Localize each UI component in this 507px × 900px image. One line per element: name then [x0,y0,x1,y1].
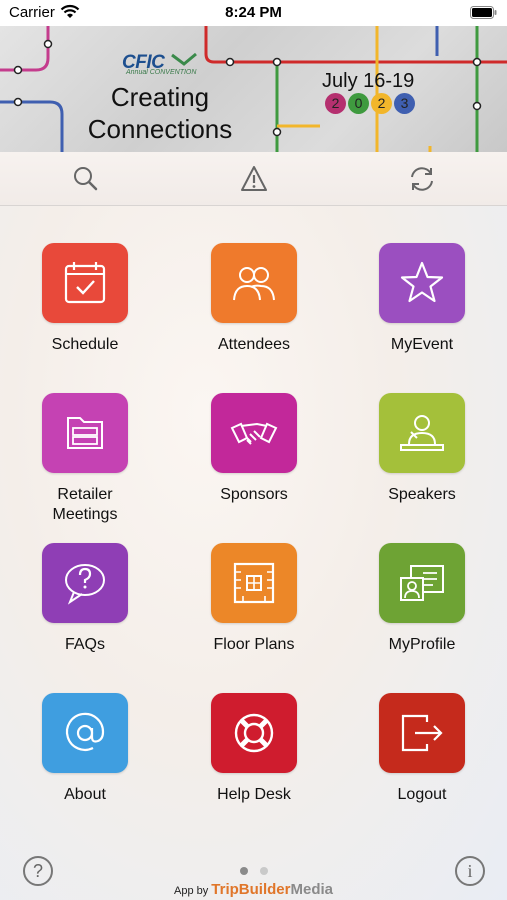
about-label: About [64,786,106,803]
year-digit: 0 [348,93,369,114]
tile-myevent[interactable]: MyEvent [342,243,502,355]
tile-myprofile[interactable]: MyProfile [342,543,502,655]
handshake-icon [230,422,278,445]
logout-tile-icon-box[interactable] [379,693,465,773]
profile-card-icon [400,565,444,601]
help-desk-tile-icon-box[interactable] [211,693,297,773]
floor-plan-icon [233,562,275,604]
star-icon [400,261,444,303]
banner-title-line2: Connections [87,114,233,144]
schedule-label: Schedule [51,336,119,353]
status-bar: Carrier 8:24 PM [0,0,507,26]
tile-attendees[interactable]: Attendees [174,243,334,355]
main-menu-grid: Schedule Attendees MyEvent Retailer Meet… [0,206,507,900]
tile-retailer-meetings[interactable]: Retailer Meetings [5,393,165,525]
banner-title-line1: Creating [110,82,210,112]
tile-help-desk[interactable]: Help Desk [174,693,334,805]
refresh-icon[interactable] [407,164,437,194]
page-indicator-dot-active[interactable] [240,867,248,875]
about-tile-icon-box[interactable] [42,693,128,773]
credit-brand-suffix: Media [290,881,333,898]
year-digit: 3 [394,93,415,114]
event-dates: July 16-19 [322,70,415,92]
event-banner: CFIC Annual CONVENTION Creating Connecti… [0,26,507,152]
attendees-label: Attendees [217,336,291,353]
faqs-label: FAQs [64,636,105,653]
tile-schedule[interactable]: Schedule [5,243,165,355]
logo-check-icon [170,52,197,66]
logo-subtitle: Annual CONVENTION [126,69,197,76]
tile-logout[interactable]: Logout [342,693,502,805]
sponsors-label: Sponsors [220,486,288,503]
myprofile-label: MyProfile [388,636,456,653]
retailer-meetings-label: Retailer Meetings [52,486,118,523]
logout-icon [401,714,443,752]
at-icon [65,712,105,751]
sponsors-tile-icon-box[interactable] [211,393,297,473]
credit-prefix: App by [173,885,209,897]
alert-icon[interactable] [239,164,269,194]
people-icon [233,267,275,301]
floor-plans-tile-icon-box[interactable] [211,543,297,623]
tile-sponsors[interactable]: Sponsors [174,393,334,505]
credit-brand: TripBuilder [211,881,291,898]
folder-icon [67,417,103,449]
myprofile-tile-icon-box[interactable] [379,543,465,623]
bottom-bar: ? i App by TripBuilderMedia [0,848,507,900]
search-icon[interactable] [71,164,101,194]
page-indicator-dot[interactable] [260,867,268,875]
year-digit: 2 [371,93,392,114]
developer-credit: App by TripBuilderMedia [0,881,507,898]
battery-icon [470,6,497,23]
help-desk-label: Help Desk [217,786,291,803]
speakers-tile-icon-box[interactable] [379,393,465,473]
tile-speakers[interactable]: Speakers [342,393,502,505]
tile-faqs[interactable]: FAQs [5,543,165,655]
logout-label: Logout [397,786,447,803]
lifebuoy-icon [234,713,274,753]
clock: 8:24 PM [225,4,282,21]
question-bubble-icon [65,564,105,605]
schedule-tile-icon-box[interactable] [42,243,128,323]
year-digit: 2 [325,93,346,114]
myevent-label: MyEvent [390,336,454,353]
speakers-label: Speakers [388,486,456,503]
tile-floor-plans[interactable]: Floor Plans [174,543,334,655]
myevent-tile-icon-box[interactable] [379,243,465,323]
floor-plans-label: Floor Plans [213,636,295,653]
retailer-meetings-tile-icon-box[interactable] [42,393,128,473]
top-toolbar [0,152,507,206]
faqs-tile-icon-box[interactable] [42,543,128,623]
speaker-icon [400,415,444,451]
cfic-logo: CFIC Annual CONVENTION [122,52,198,76]
tile-about[interactable]: About [5,693,165,805]
calendar-icon [64,262,106,304]
attendees-tile-icon-box[interactable] [211,243,297,323]
